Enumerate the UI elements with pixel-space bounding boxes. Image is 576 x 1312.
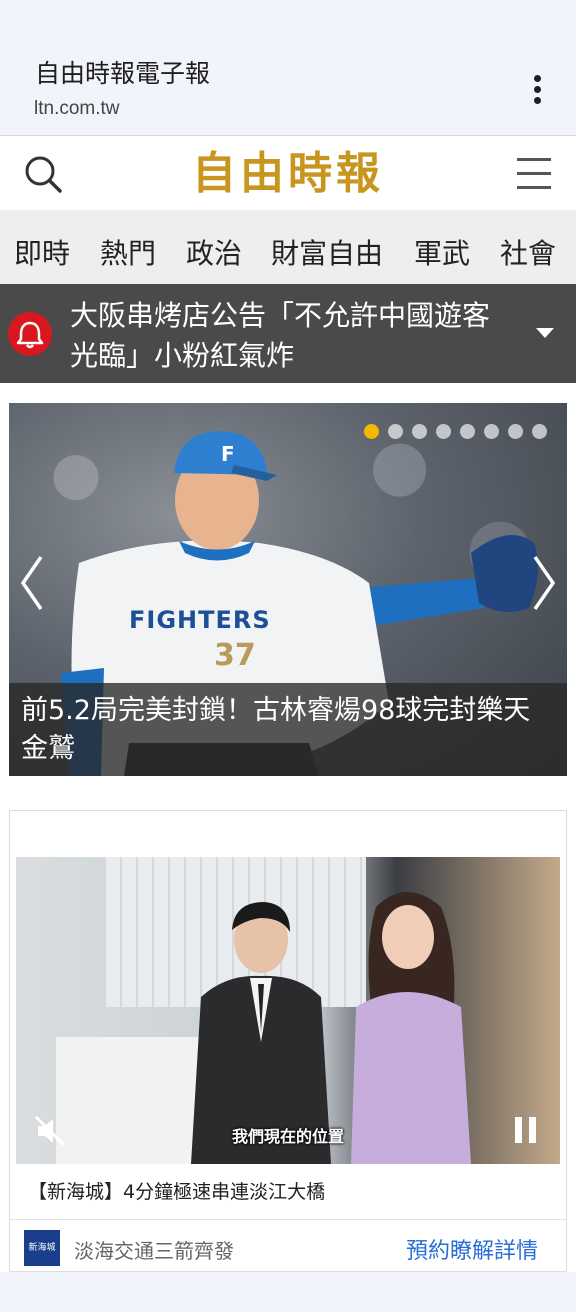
carousel-dot[interactable]	[532, 424, 547, 439]
nav-item-wealth[interactable]: 財富自由	[271, 232, 383, 272]
more-vert-icon[interactable]	[524, 72, 552, 106]
advertiser-name: 淡海交通三箭齊發	[74, 1239, 234, 1263]
nav-item-society[interactable]: 社會	[500, 232, 556, 272]
alert-headline[interactable]: 大阪串烤店公告「不允許中國遊客光臨」小粉紅氣炸	[70, 296, 510, 376]
carousel-dots	[364, 424, 547, 439]
ad-video[interactable]: 我們現在的位置	[16, 857, 560, 1164]
carousel-dot[interactable]	[388, 424, 403, 439]
carousel-dot[interactable]	[412, 424, 427, 439]
hamburger-menu-icon[interactable]	[514, 154, 554, 194]
advertiser-logo: 新海城	[24, 1230, 60, 1266]
jersey-number: 37	[214, 638, 256, 673]
chevron-left-icon[interactable]	[17, 553, 47, 613]
browser-tab-header: 自由時報電子報 ltn.com.tw	[0, 0, 576, 135]
cap-logo: F	[221, 442, 235, 466]
chevron-down-icon[interactable]	[536, 328, 554, 338]
bell-icon	[8, 312, 52, 356]
carousel-dot[interactable]	[460, 424, 475, 439]
carousel-dot[interactable]	[364, 424, 379, 439]
carousel-dot[interactable]	[484, 424, 499, 439]
nav-item-military[interactable]: 軍武	[414, 232, 470, 272]
site-header: 自由時報	[0, 135, 576, 210]
nav-item-politics[interactable]: 政治	[186, 232, 242, 272]
nav-item-popular[interactable]: 熱門	[100, 232, 156, 272]
category-nav: 即時 熱門 政治 財富自由 軍武 社會	[0, 210, 576, 284]
pause-icon[interactable]	[515, 1117, 539, 1143]
search-icon[interactable]	[22, 153, 64, 195]
ad-footer: 新海城 淡海交通三箭齊發 預約瞭解詳情	[10, 1219, 566, 1272]
carousel-dot[interactable]	[508, 424, 523, 439]
carousel-dot[interactable]	[436, 424, 451, 439]
page-url[interactable]: ltn.com.tw	[34, 98, 120, 120]
breaking-news-alert[interactable]: 大阪串烤店公告「不允許中國遊客光臨」小粉紅氣炸	[0, 284, 576, 383]
woman-in-lilac	[351, 892, 471, 1164]
carousel-caption[interactable]: 前5.2局完美封鎖！古林睿煬98球完封樂天金鷲	[9, 683, 567, 776]
nav-item-realtime[interactable]: 即時	[14, 232, 70, 272]
ad-headline[interactable]: 【新海城】4分鐘極速串連淡江大橋	[28, 1177, 325, 1204]
site-logo[interactable]: 自由時報	[188, 144, 388, 204]
chevron-right-icon[interactable]	[529, 553, 559, 613]
mute-icon[interactable]	[30, 1111, 70, 1151]
jersey-text: FIGHTERS	[129, 606, 271, 634]
video-ad-card[interactable]: 我們現在的位置 【新海城】4分鐘極速串連淡江大橋 新海城 淡海交通三箭齊發 預約…	[9, 810, 567, 1272]
browser-bottom-bar	[0, 1272, 576, 1312]
video-subtitle: 我們現在的位置	[231, 1127, 344, 1146]
ad-cta-button[interactable]: 預約瞭解詳情	[406, 1233, 538, 1265]
news-carousel[interactable]: F FIGHTERS 37 前5.2局完美封鎖！古林睿煬98球完封樂天金鷲	[9, 403, 567, 776]
page-title: 自由時報電子報	[35, 59, 211, 88]
